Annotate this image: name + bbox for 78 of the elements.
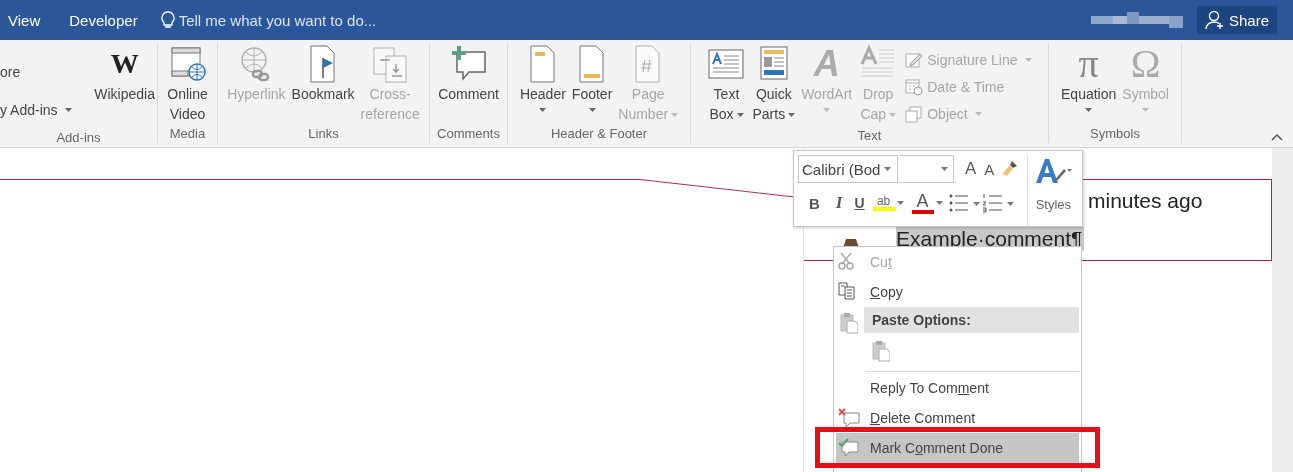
caret-icon: [935, 201, 943, 205]
drop-cap-icon: [860, 44, 895, 77]
highlight-button[interactable]: ab: [869, 191, 907, 215]
group-label: Symbols: [1089, 125, 1141, 143]
ribbon-button[interactable]: W Wikipedia: [92, 43, 157, 129]
text-box-icon: [708, 49, 744, 79]
numbering-icon[interactable]: [981, 193, 1014, 213]
scrollbar[interactable]: [1272, 148, 1293, 472]
bookmark-flag-icon: [310, 45, 335, 83]
styles-button[interactable]: Styles: [1034, 155, 1073, 214]
ribbon-button[interactable]: π Equation: [1059, 43, 1119, 125]
caret-icon: [64, 108, 72, 112]
share-button[interactable]: Share: [1196, 6, 1277, 34]
caret-icon: [941, 167, 948, 171]
ribbon-button[interactable]: Comment: [436, 43, 501, 125]
font-name-field[interactable]: Calibri (Bod: [798, 155, 898, 183]
page-number-icon: [635, 45, 660, 83]
copy-icon: [838, 282, 856, 300]
ribbon-button[interactable]: Footer: [569, 43, 615, 125]
new-comment-icon: [449, 44, 486, 82]
wordart-icon: A: [813, 43, 840, 84]
group-label: Links: [307, 125, 340, 143]
quick-parts-icon: [760, 46, 788, 80]
ribbon-button[interactable]: Quick Parts: [750, 43, 798, 127]
pi-icon: π: [1078, 43, 1099, 84]
footer-page-icon: [579, 45, 604, 83]
scissors-icon: [838, 252, 854, 270]
calendar-clock-icon: [905, 77, 924, 96]
menu-item[interactable]: Copy: [834, 277, 1081, 307]
group-label: Comments: [436, 125, 501, 143]
paste-option-button[interactable]: [872, 340, 890, 362]
menu-item[interactable]: Mark Comment Done: [836, 433, 1079, 463]
cross-reference-icon: [373, 47, 407, 83]
paste-icon: [840, 312, 858, 334]
caret-icon: [896, 201, 904, 205]
ribbon-button[interactable]: Text Box: [704, 43, 749, 127]
styles-icon: [1034, 157, 1073, 185]
format-painter-icon[interactable]: [999, 159, 1020, 179]
tell-me-field[interactable]: Tell me what you want to do...: [178, 11, 419, 29]
video-globe-icon: [171, 47, 206, 81]
object-icon: [905, 104, 924, 123]
bullets-icon[interactable]: [947, 193, 980, 213]
shrink-font-button[interactable]: A: [981, 157, 998, 181]
font-color-button[interactable]: A: [908, 191, 946, 215]
paste-icon: [872, 340, 890, 362]
menu-item[interactable]: Reply To Comment: [834, 373, 1081, 403]
ribbon-tab[interactable]: View: [8, 11, 41, 29]
ribbon-button[interactable]: Header: [517, 43, 568, 125]
collapse-ribbon-icon[interactable]: [1271, 133, 1283, 141]
group-label: Media: [168, 125, 207, 143]
grow-font-button[interactable]: A: [962, 157, 980, 181]
ribbon-button[interactable]: ore: [0, 53, 72, 91]
ribbon-button[interactable]: y Add-ins: [0, 91, 72, 129]
bold-button[interactable]: B: [806, 191, 823, 215]
font-size-field[interactable]: [900, 155, 954, 183]
person-add-icon: [1204, 10, 1225, 30]
comment-time: minutes ago: [1088, 188, 1204, 214]
menu-item[interactable]: Delete Comment: [834, 403, 1081, 433]
globe-link-icon: [241, 47, 270, 82]
signature-icon: [905, 50, 924, 69]
underline-button[interactable]: U: [851, 191, 868, 215]
group-label: Text: [856, 127, 883, 145]
wikipedia-logo-icon: W: [110, 43, 139, 84]
caret-icon: [884, 167, 891, 171]
ribbon-tab[interactable]: Developer: [69, 11, 138, 29]
ribbon-button[interactable]: Bookmark: [289, 43, 357, 125]
italic-button[interactable]: I: [832, 191, 846, 215]
caret-icon: [1024, 57, 1032, 62]
menu-section-header: Paste Options:: [864, 307, 1079, 333]
lightbulb-icon: [160, 11, 175, 29]
group-label: Add-ins: [55, 129, 102, 147]
comment-done-icon: [838, 438, 860, 458]
delete-comment-icon: [838, 408, 860, 428]
omega-icon: Ω: [1130, 43, 1161, 84]
caret-icon: [974, 111, 982, 116]
group-label: Header & Footer: [549, 125, 649, 143]
header-page-icon: [530, 45, 555, 83]
ribbon-button[interactable]: Online Video: [165, 43, 210, 125]
